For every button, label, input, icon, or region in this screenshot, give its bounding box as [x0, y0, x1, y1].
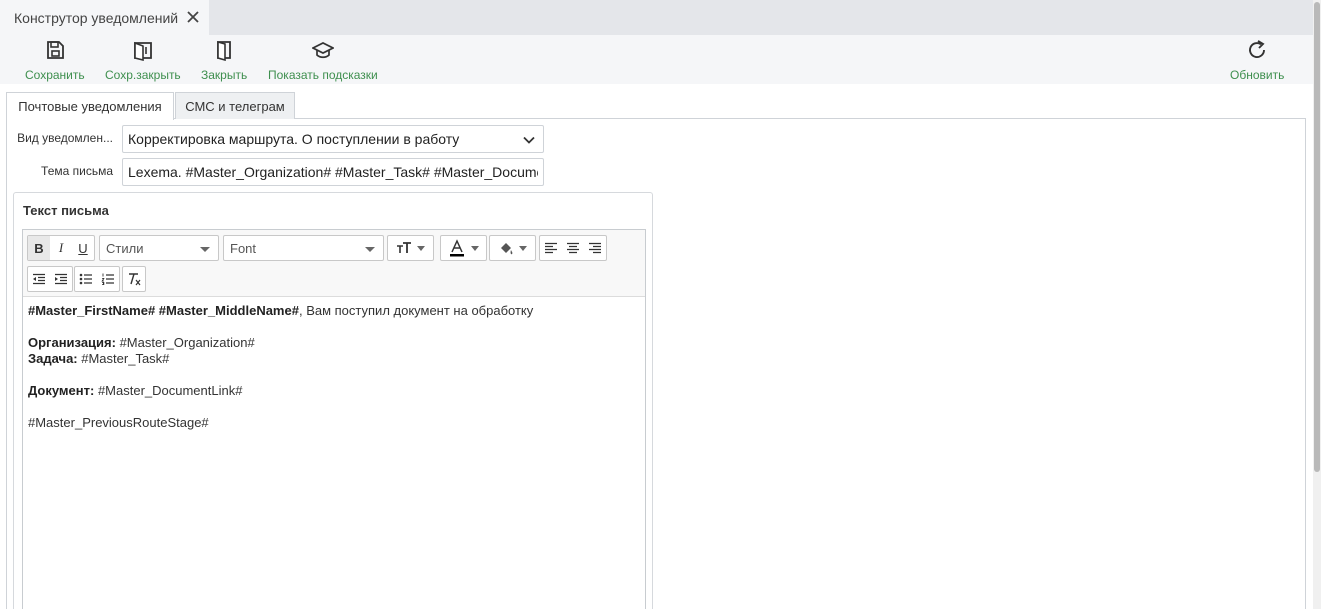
tab-sms-label: СМС и телеграм	[185, 98, 285, 114]
editor-line-text: #Master_Organization#	[115, 335, 255, 350]
refresh-icon	[1249, 40, 1266, 58]
align-left-icon	[545, 242, 557, 254]
tab-sms-telegram[interactable]: СМС и телеграм	[175, 92, 295, 119]
clear-format-button[interactable]	[123, 267, 145, 291]
numbered-list-button[interactable]	[97, 267, 119, 291]
notification-type-label: Вид уведомлен...	[17, 131, 113, 145]
save-button[interactable]: Сохранить	[25, 39, 85, 82]
document-tab-title: Конструтор уведомлений	[14, 9, 179, 26]
clear-format-icon	[129, 273, 141, 286]
align-center-button[interactable]	[562, 236, 584, 260]
indent-group	[27, 266, 73, 292]
outdent-icon	[33, 273, 45, 285]
chevron-down-icon	[523, 136, 535, 144]
notification-type-value: Корректировка маршрута. О поступлении в …	[128, 131, 460, 147]
styles-dropdown[interactable]: Стили	[99, 235, 219, 261]
editor-line: Задача: #Master_Task#	[28, 351, 640, 367]
background-color-dropdown[interactable]	[489, 235, 536, 261]
tab-email-label: Почтовые уведомления	[18, 99, 162, 114]
indent-icon	[55, 273, 67, 285]
font-size-dropdown[interactable]	[387, 235, 434, 261]
show-hints-label: Показать подсказки	[268, 68, 378, 82]
chevron-down-icon	[200, 247, 210, 252]
align-right-icon	[589, 242, 601, 254]
close-button[interactable]: Закрыть	[201, 39, 247, 82]
text-format-group: B I U	[27, 235, 95, 261]
editor-line: #Master_FirstName# #Master_MiddleName#, …	[28, 303, 640, 319]
save-close-icon	[133, 41, 152, 61]
font-dropdown-label: Font	[230, 241, 257, 256]
door-icon	[217, 40, 232, 61]
italic-button[interactable]: I	[50, 236, 72, 260]
editor-line-text: #Master_PreviousRouteStage#	[28, 415, 209, 430]
align-group	[539, 235, 607, 261]
editor-line: Документ: #Master_DocumentLink#	[28, 383, 640, 399]
align-right-button[interactable]	[584, 236, 606, 260]
show-hints-button[interactable]: Показать подсказки	[268, 39, 378, 82]
tab-email-notifications[interactable]: Почтовые уведомления	[6, 92, 174, 120]
editor-line-text: #Master_Task#	[77, 351, 170, 366]
close-icon[interactable]	[185, 9, 201, 25]
editor-line-text: , Вам поступил документ на обработку	[298, 303, 534, 318]
document-tab[interactable]: Конструтор уведомлений	[0, 0, 209, 35]
list-group	[74, 266, 120, 292]
editor-toolbar: B I U Стили Font	[23, 230, 645, 297]
editor-line-bold: Документ:	[28, 383, 95, 398]
main-toolbar: Сохранить Сохр.закрыть Закрыть Показать …	[0, 35, 1313, 84]
subject-input[interactable]	[122, 158, 544, 186]
close-label: Закрыть	[201, 68, 248, 82]
bulleted-list-icon	[79, 273, 92, 285]
letter-text-title: Текст письма	[23, 203, 109, 218]
align-left-button[interactable]	[540, 236, 562, 260]
chevron-down-icon	[519, 245, 527, 251]
align-center-icon	[567, 242, 579, 254]
paint-bucket-icon	[501, 243, 513, 255]
notification-type-select[interactable]: Корректировка маршрута. О поступлении в …	[122, 125, 544, 153]
letter-text-fieldset: Текст письма B I U Стили Font #Master_Fi…	[13, 192, 653, 609]
bold-button[interactable]: B	[28, 236, 50, 260]
document-tab-strip: Конструтор уведомлений	[0, 0, 1313, 35]
refresh-label: Обновить	[1230, 68, 1285, 82]
chevron-down-icon	[417, 245, 425, 251]
clear-format-group	[122, 266, 146, 292]
rich-text-editor[interactable]: B I U Стили Font #Master_FirstName# #Mas…	[22, 229, 646, 609]
editor-line-text: #Master_DocumentLink#	[94, 383, 243, 398]
font-size-icon	[397, 242, 411, 253]
chevron-down-icon	[471, 245, 479, 251]
editor-line: Организация: #Master_Organization#	[28, 335, 640, 351]
editor-line: #Master_PreviousRouteStage#	[28, 415, 640, 431]
editor-content[interactable]: #Master_FirstName# #Master_MiddleName#, …	[23, 297, 645, 609]
editor-line-bold: #Master_FirstName# #Master_MiddleName#	[28, 303, 299, 318]
notification-builder-window: Конструтор уведомлений Сохранить Сохр.за…	[0, 0, 1321, 609]
outdent-button[interactable]	[28, 267, 50, 291]
subject-label: Тема письма	[41, 164, 113, 178]
chevron-down-icon	[365, 247, 375, 252]
underline-button[interactable]: U	[72, 236, 94, 260]
save-close-label: Сохр.закрыть	[105, 68, 181, 82]
bulleted-list-button[interactable]	[75, 267, 97, 291]
text-color-icon	[450, 239, 464, 257]
editor-line-bold: Задача:	[28, 351, 78, 366]
refresh-button[interactable]: Обновить	[1230, 39, 1284, 82]
editor-line-bold: Организация:	[28, 335, 116, 350]
styles-dropdown-label: Стили	[106, 241, 144, 256]
graduation-cap-icon	[311, 42, 334, 59]
page-scrollbar[interactable]	[1313, 0, 1321, 609]
scrollbar-thumb[interactable]	[1314, 2, 1320, 472]
text-color-dropdown[interactable]	[440, 235, 487, 261]
indent-button[interactable]	[50, 267, 72, 291]
save-icon	[46, 41, 64, 59]
font-dropdown[interactable]: Font	[223, 235, 384, 261]
save-close-button[interactable]: Сохр.закрыть	[105, 39, 181, 82]
numbered-list-icon	[101, 273, 114, 285]
save-label: Сохранить	[25, 68, 85, 82]
